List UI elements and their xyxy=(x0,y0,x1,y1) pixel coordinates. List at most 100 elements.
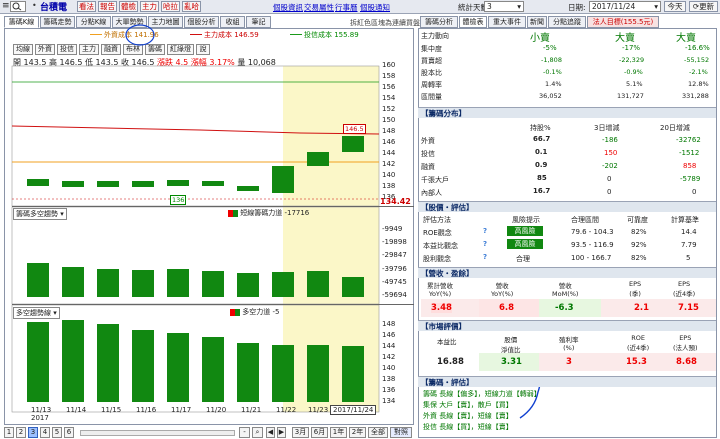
help-icon[interactable]: ? xyxy=(483,253,487,261)
p3-bar-1 xyxy=(27,322,49,402)
p2-bar-1 xyxy=(27,263,49,297)
col: EPS (近4季) xyxy=(673,280,696,298)
range-all[interactable]: 全部 xyxy=(368,427,388,438)
p3-bar-6 xyxy=(202,337,224,402)
cell: 2.1 xyxy=(634,303,650,313)
cell: 858 xyxy=(683,162,697,170)
prev-icon[interactable]: ◀ xyxy=(266,427,275,438)
revenue-table: 累計營收 YoY(%) 營收 YoY(%) 營收 MoM(%) EPS (季) … xyxy=(421,280,716,320)
cell: -6.3 xyxy=(555,303,574,313)
x-tick: 11/22 xyxy=(276,406,297,414)
x-tick: 11/23 xyxy=(308,406,329,414)
p2-bar-7 xyxy=(237,273,259,297)
p3-bar-9 xyxy=(307,345,329,402)
help-icon[interactable]: ? xyxy=(483,240,487,248)
pager-5[interactable]: 5 xyxy=(52,427,62,438)
row-label: 內部人 xyxy=(421,189,442,197)
revenue-header: 【營收・盈餘】 xyxy=(418,267,716,278)
price-tick: 148 xyxy=(382,127,396,135)
p3-bar-8 xyxy=(272,345,294,402)
tab-news[interactable]: 新聞 xyxy=(527,16,547,28)
cell: 82% xyxy=(631,228,647,236)
candle-1116 xyxy=(132,181,154,187)
candle-1124 xyxy=(342,136,364,152)
cell: 16.7 xyxy=(533,187,551,195)
cell: -0.1% xyxy=(543,68,562,76)
valuation-header: 【股價・評估】 xyxy=(418,201,716,212)
next-icon[interactable]: ▶ xyxy=(277,427,286,438)
trend-col: 大賣 xyxy=(676,33,696,44)
dist-col: 20日增減 xyxy=(660,124,690,132)
cell: -17% xyxy=(622,44,641,52)
range-2y[interactable]: 2年 xyxy=(349,427,366,438)
range-1y[interactable]: 1年 xyxy=(330,427,347,438)
col: 股價 淨值比 xyxy=(501,336,521,354)
cell: -2.1% xyxy=(689,68,708,76)
valuation-table: 評估方法 風險提示 合理區間 可靠度 計算基準 ROE觀念 ? 高風險 79.6… xyxy=(421,215,716,267)
p2-bar-6 xyxy=(202,271,224,297)
x-tick: 11/21 xyxy=(241,406,262,414)
row-label: ROE觀念 xyxy=(423,229,452,237)
cell: 66.7 xyxy=(533,135,551,143)
p2-bar-3 xyxy=(97,269,119,297)
risk-badge: 高風險 xyxy=(507,226,543,236)
p2-tick: -9949 xyxy=(382,225,403,233)
pager-3[interactable]: 3 xyxy=(28,427,38,438)
cell: 3.48 xyxy=(431,303,452,313)
range-3m[interactable]: 3月 xyxy=(292,427,309,438)
p2-tick: -49745 xyxy=(382,278,407,286)
p3-tick: 140 xyxy=(382,364,396,372)
row-label: 融資 xyxy=(421,163,435,171)
zoom-in-icon[interactable]: ⌕ xyxy=(252,427,263,438)
p2-bar-10 xyxy=(342,277,364,297)
cell: 3 xyxy=(566,357,572,367)
row-label: 本益比觀念 xyxy=(423,242,458,250)
help-icon[interactable]: ? xyxy=(483,227,487,235)
cell: 1.4% xyxy=(545,80,562,88)
compare-button[interactable]: 對照 xyxy=(390,427,412,438)
cell: 150 xyxy=(604,149,618,157)
price-tick: 156 xyxy=(382,83,396,91)
x-tick: 11/16 xyxy=(136,406,157,414)
scrollbar[interactable] xyxy=(80,430,235,436)
pager-4[interactable]: 4 xyxy=(40,427,50,438)
cell: 3.31 xyxy=(501,357,522,367)
p3-bar-10 xyxy=(342,346,364,402)
cell: 79.6 - 104.3 xyxy=(571,228,614,236)
price-tick: 152 xyxy=(382,105,396,113)
price-tick: 146 xyxy=(382,138,396,146)
cell: -55,152 xyxy=(684,56,710,64)
p3-tick: 144 xyxy=(382,342,396,350)
col: 累計營收 YoY(%) xyxy=(427,282,453,298)
cell: 0 xyxy=(607,175,612,183)
tab-checkup[interactable]: 體檢表 xyxy=(459,16,487,28)
cell: -16.6% xyxy=(685,44,710,52)
tab-branch-track[interactable]: 分點追蹤 xyxy=(548,16,586,28)
x-tick: 11/14 xyxy=(66,406,87,414)
low-marker: 136 xyxy=(170,195,187,205)
tab-events[interactable]: 重大事件 xyxy=(488,16,526,28)
panel2-title[interactable]: 籌碼多空趨勢 ▾ xyxy=(13,208,67,220)
cell: -186 xyxy=(602,136,618,144)
tab-chip-analysis[interactable]: 籌碼分析 xyxy=(420,16,458,28)
cell: 8.68 xyxy=(676,357,697,367)
x-tick: 11/20 xyxy=(206,406,227,414)
panel3-title[interactable]: 多空趨勢線 ▾ xyxy=(13,307,60,319)
cell: 36,052 xyxy=(539,92,562,100)
cell: 14.4 xyxy=(681,228,697,236)
cell: 6.8 xyxy=(499,303,515,313)
highlight-zone-mid xyxy=(283,207,379,304)
range-6m[interactable]: 6月 xyxy=(311,427,328,438)
p2-tick: -59694 xyxy=(382,291,407,299)
p3-tick: 136 xyxy=(382,386,396,394)
pager-2[interactable]: 2 xyxy=(16,427,26,438)
col: 風險提示 xyxy=(512,216,540,224)
pager-6[interactable]: 6 xyxy=(64,427,74,438)
high-marker: 146.5 xyxy=(343,124,366,134)
tab-target-price[interactable]: 法人目標(155.5元) xyxy=(587,16,659,28)
cell: 0.9 xyxy=(535,161,548,169)
col: 可靠度 xyxy=(627,216,648,224)
col: 計算基準 xyxy=(671,216,699,224)
pager-1[interactable]: 1 xyxy=(4,427,14,438)
zoom-out-button[interactable]: - xyxy=(239,427,250,438)
